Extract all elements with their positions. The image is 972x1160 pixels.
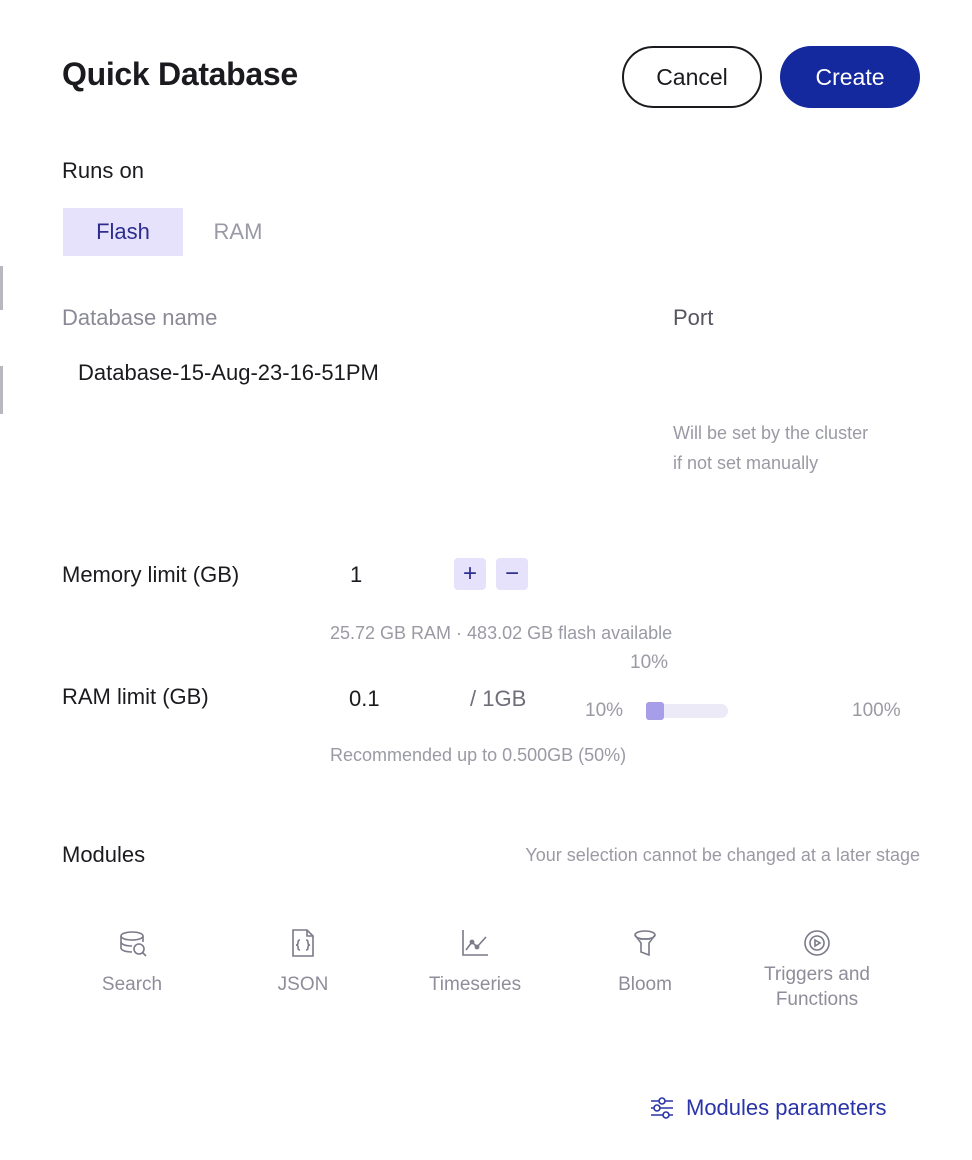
- ram-limit-label: RAM limit (GB): [62, 684, 209, 709]
- module-search[interactable]: Search: [57, 926, 207, 997]
- memory-limit-input[interactable]: 1: [350, 562, 430, 588]
- port-input[interactable]: [673, 345, 923, 395]
- left-edge-bar: [0, 366, 3, 414]
- memory-limit-label: Memory limit (GB): [62, 562, 240, 587]
- ram-limit-total: / 1GB: [470, 686, 527, 711]
- memory-increase-button[interactable]: +: [454, 558, 486, 590]
- timeseries-module-icon: [458, 926, 492, 960]
- module-triggers-and-functions[interactable]: Triggers and Functions: [742, 926, 892, 1012]
- ram-slider-min-label: 10%: [585, 700, 624, 721]
- module-bloom[interactable]: Bloom: [570, 926, 720, 997]
- runs-on-ram-option[interactable]: RAM: [190, 208, 286, 256]
- search-module-icon: [115, 926, 149, 960]
- ram-recommendation-text: Recommended up to 0.500GB (50%): [330, 745, 627, 765]
- ram-slider-thumb[interactable]: [646, 702, 664, 720]
- ram-slider-current-value: 10%: [630, 652, 669, 673]
- module-label: JSON: [277, 974, 329, 995]
- create-button[interactable]: Create: [780, 46, 920, 108]
- page-title: Quick Database: [62, 56, 298, 92]
- memory-available-text: 25.72 GB RAM · 483.02 GB flash available: [330, 623, 673, 643]
- modules-parameters-link[interactable]: Modules parameters: [648, 1094, 887, 1122]
- module-label-line: Functions: [775, 989, 859, 1010]
- runs-on-label: Runs on: [62, 158, 144, 183]
- module-json[interactable]: JSON: [228, 926, 378, 997]
- port-hint-line: if not set manually: [673, 453, 819, 473]
- memory-decrease-button[interactable]: −: [496, 558, 528, 590]
- runs-on-flash-option[interactable]: Flash: [63, 208, 183, 256]
- module-label: Bloom: [618, 974, 672, 995]
- left-edge-bar: [0, 266, 3, 310]
- module-label: Triggers and Functions: [742, 962, 892, 1012]
- cancel-button[interactable]: Cancel: [622, 46, 762, 108]
- module-label-line: Triggers and: [764, 964, 870, 985]
- sliders-icon: [651, 1097, 673, 1119]
- bloom-module-icon: [628, 926, 662, 960]
- database-name-input[interactable]: Database-15-Aug-23-16-51PM: [78, 360, 618, 386]
- modules-parameters-label: Modules parameters: [686, 1095, 887, 1120]
- port-hint-line: Will be set by the cluster: [673, 423, 869, 443]
- port-hint: Will be set by the cluster if not set ma…: [673, 418, 868, 478]
- triggers-functions-module-icon: [800, 926, 834, 960]
- port-label: Port: [673, 305, 714, 330]
- modules-label: Modules: [62, 842, 146, 867]
- ram-slider-max-label: 100%: [852, 700, 901, 721]
- module-label: Search: [101, 974, 163, 995]
- ram-limit-input[interactable]: 0.1: [349, 686, 429, 712]
- module-label: Timeseries: [428, 974, 522, 995]
- json-module-icon: [286, 926, 320, 960]
- database-name-label: Database name: [62, 305, 218, 330]
- module-timeseries[interactable]: Timeseries: [400, 926, 550, 997]
- modules-note: Your selection cannot be changed at a la…: [525, 845, 920, 865]
